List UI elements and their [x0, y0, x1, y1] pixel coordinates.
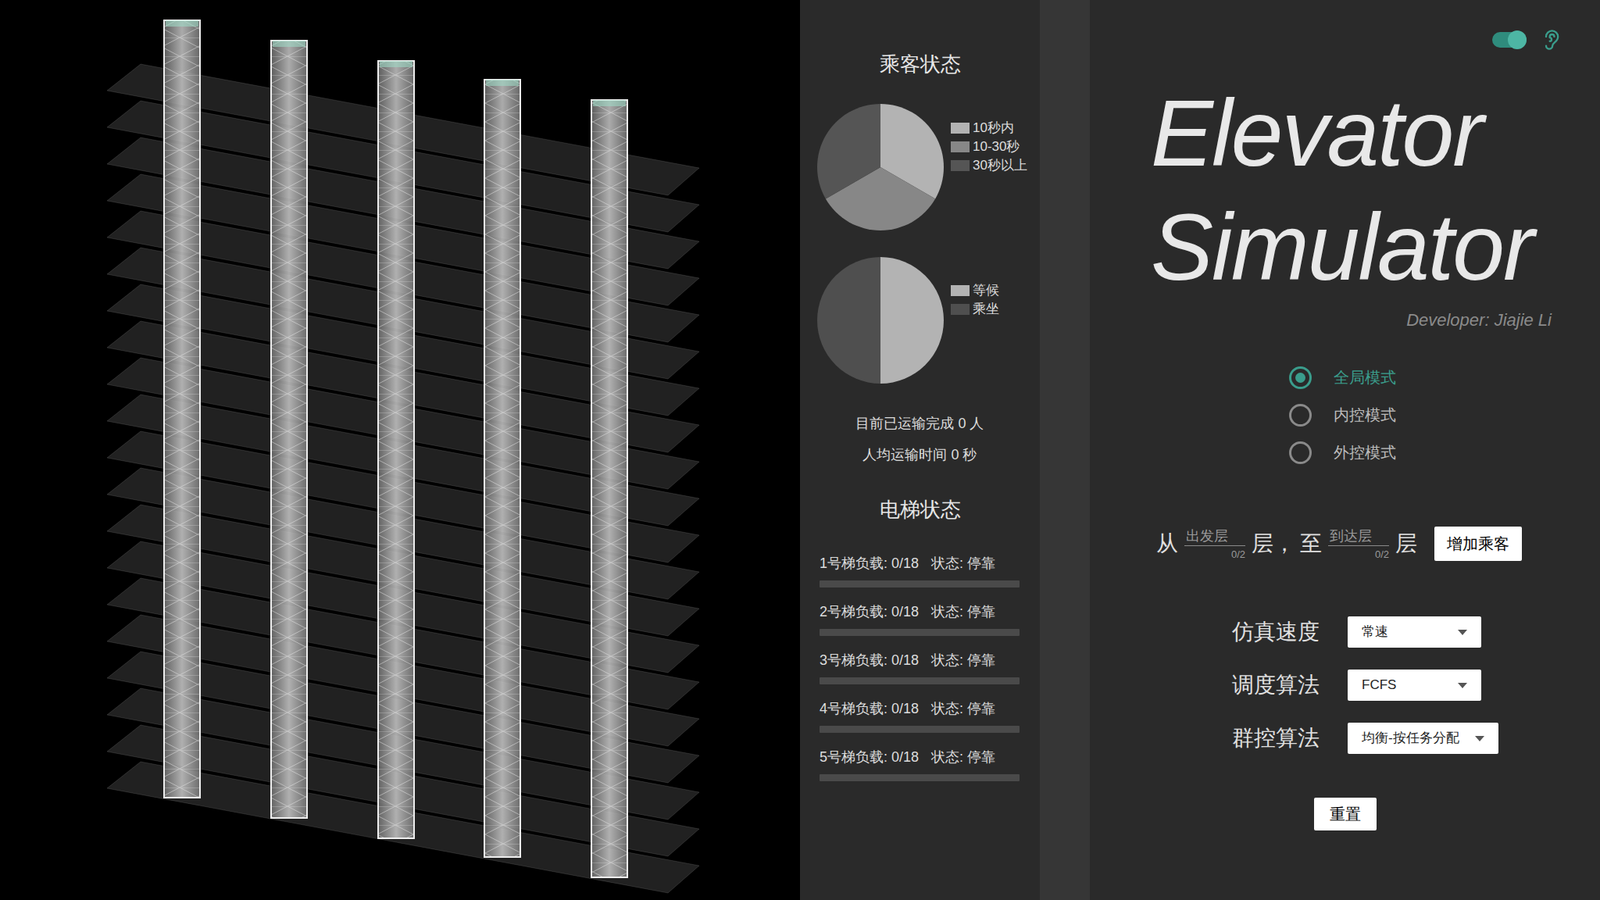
- building-view[interactable]: [0, 0, 800, 900]
- elevator-shaft: [378, 60, 415, 839]
- dropdown-arrow-icon: [1457, 629, 1468, 636]
- add-passenger-row: 从出发层0/2层，至到达层0/2层增加乘客: [1089, 522, 1600, 565]
- legend-swatch: [950, 122, 970, 134]
- load-bar: [819, 628, 1020, 636]
- status-panel: 乘客状态 10秒内10-30秒30秒以上等候乘坐目前已运输完成 0 人人均运输时间…: [800, 0, 1040, 900]
- hearing-icon[interactable]: [1540, 28, 1563, 51]
- elevator-row: 4号梯负载: 0/18状态: 停靠: [819, 699, 1040, 733]
- input-counter: 0/2: [1375, 547, 1390, 562]
- mode-radio-group: 全局模式内控模式外控模式: [1089, 358, 1600, 472]
- load-bar: [819, 774, 1020, 782]
- reset-button[interactable]: 重置: [1314, 797, 1377, 831]
- app: 乘客状态 10秒内10-30秒30秒以上等候乘坐目前已运输完成 0 人人均运输时间…: [0, 0, 1600, 900]
- stats: 目前已运输完成 0 人人均运输时间 0 秒: [800, 414, 1040, 465]
- legend-item: 10-30秒: [950, 138, 1028, 156]
- mode-radio[interactable]: 内控模式: [1289, 396, 1600, 434]
- pie-slice: [880, 257, 944, 384]
- simulation-view: [0, 0, 800, 900]
- radio-dot: [1295, 372, 1306, 383]
- legend-swatch: [950, 141, 970, 153]
- mode-radio[interactable]: 全局模式: [1289, 358, 1600, 397]
- floor-input[interactable]: 出发层0/2: [1184, 526, 1246, 562]
- pie-legend: 10秒内10-30秒30秒以上: [950, 119, 1028, 175]
- dropdown-arrow-icon: [1457, 682, 1468, 689]
- legend-item: 30秒以上: [950, 157, 1028, 175]
- sound-toggle[interactable]: [1492, 32, 1527, 48]
- load-bar: [819, 677, 1020, 685]
- legend-item: 乘坐: [950, 300, 1000, 318]
- setting-select[interactable]: 均衡-按任务分配: [1347, 722, 1499, 754]
- radio-circle: [1289, 441, 1312, 465]
- app-title: ElevatorSimulator: [1089, 75, 1600, 304]
- mode-radio[interactable]: 外控模式: [1289, 433, 1600, 472]
- dropdown-arrow-icon: [1475, 735, 1485, 742]
- toggle-knob: [1507, 30, 1527, 50]
- floor-input[interactable]: 到达层0/2: [1328, 526, 1390, 562]
- developer-credit: Developer: Jiajie Li: [1089, 309, 1600, 332]
- input-underline: [1328, 545, 1390, 547]
- elevator-shaft: [271, 40, 308, 818]
- radio-circle: [1289, 366, 1312, 390]
- wait-time-chart: 10秒内10-30秒30秒以上: [800, 103, 1040, 232]
- input-counter: 0/2: [1231, 547, 1246, 562]
- legend-item: 等候: [950, 282, 1000, 300]
- pie-slice: [817, 103, 881, 200]
- stat-line: 人均运输时间 0 秒: [862, 445, 977, 465]
- setting-select[interactable]: 常速: [1347, 616, 1482, 648]
- panel-divider: [1039, 0, 1090, 900]
- pie-chart: [816, 256, 945, 385]
- setting-row: 群控算法均衡-按任务分配: [1232, 722, 1600, 754]
- radio-circle: [1289, 403, 1312, 427]
- setting-row: 调度算法FCFS: [1232, 669, 1600, 701]
- passenger-status-title: 乘客状态: [800, 51, 1040, 77]
- legend-swatch: [950, 303, 970, 315]
- pie-legend: 等候乘坐: [950, 282, 1000, 318]
- elevator-status-title: 电梯状态: [800, 496, 1040, 522]
- legend-swatch: [950, 285, 970, 297]
- add-passenger-button[interactable]: 增加乘客: [1434, 526, 1522, 561]
- settings: 仿真速度常速调度算法FCFS 群控算法均衡-按任务分配: [1089, 616, 1600, 754]
- elevator-list: 1号梯负载: 0/18状态: 停靠 2号梯负载: 0/18状态: 停靠 3号梯负载:…: [800, 553, 1040, 797]
- input-underline: [1184, 545, 1246, 547]
- passenger-state-chart: 等候乘坐: [800, 256, 1040, 385]
- control-panel: ElevatorSimulator Developer: Jiajie Li 全局模…: [1089, 0, 1600, 900]
- elevator-row: 3号梯负载: 0/18状态: 停靠: [819, 650, 1040, 685]
- load-bar: [819, 725, 1020, 733]
- elevator-shaft: [484, 79, 521, 858]
- load-bar: [819, 580, 1020, 588]
- elevator-shaft: [591, 100, 628, 878]
- pie-slice: [817, 257, 881, 384]
- stat-line: 目前已运输完成 0 人: [855, 414, 984, 433]
- legend-swatch: [950, 160, 970, 172]
- elevator-row: 5号梯负载: 0/18状态: 停靠: [819, 747, 1040, 782]
- pie-chart: [816, 103, 945, 232]
- elevator-row: 1号梯负载: 0/18状态: 停靠: [819, 553, 1040, 588]
- setting-row: 仿真速度常速: [1232, 616, 1600, 648]
- legend-item: 10秒内: [950, 119, 1028, 137]
- elevator-row: 2号梯负载: 0/18状态: 停靠: [819, 602, 1040, 636]
- setting-select[interactable]: FCFS: [1347, 669, 1482, 701]
- elevator-shaft: [164, 20, 200, 798]
